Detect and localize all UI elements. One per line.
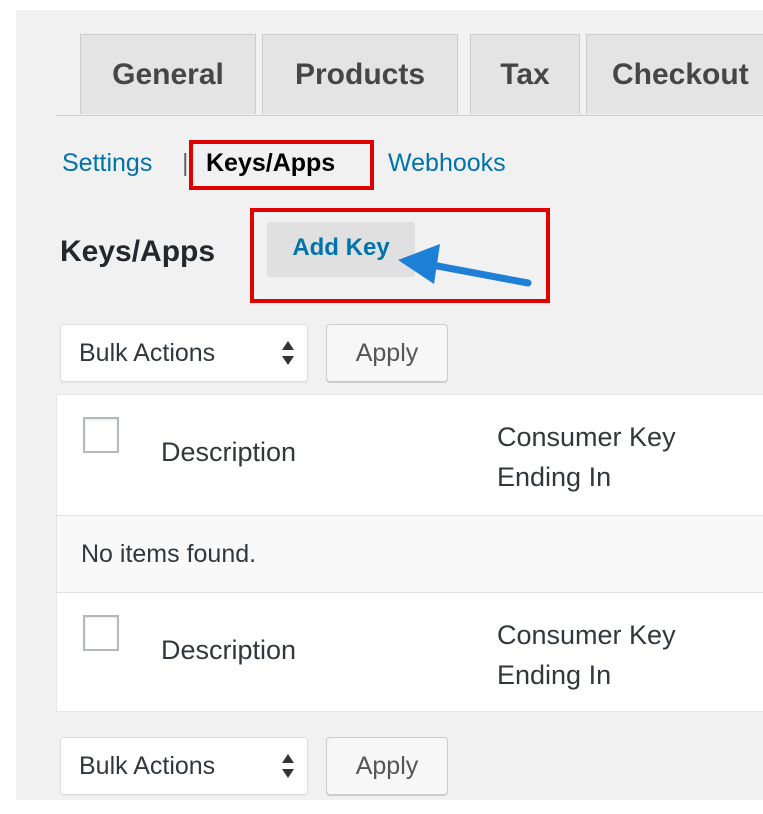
column-footer-consumer-key-line2: Ending In bbox=[497, 660, 612, 690]
bulk-actions-select-top[interactable]: Bulk Actions bbox=[60, 324, 308, 382]
keys-table: Description Consumer Key Ending In No it… bbox=[56, 394, 763, 712]
column-footer-consumer-key: Consumer Key Ending In bbox=[497, 615, 757, 695]
column-header-description[interactable]: Description bbox=[161, 437, 296, 468]
select-all-checkbox-top[interactable] bbox=[83, 417, 119, 453]
tab-checkout[interactable]: Checkout bbox=[586, 34, 763, 114]
page-title: Keys/Apps bbox=[60, 235, 216, 268]
bulk-actions-select-bottom[interactable]: Bulk Actions bbox=[60, 737, 308, 795]
settings-tabs: General Products Tax Checkout bbox=[56, 34, 763, 116]
up-down-caret-icon bbox=[282, 754, 294, 778]
annotation-highlight-keys-apps bbox=[189, 140, 374, 190]
bulk-actions-select-value: Bulk Actions bbox=[79, 751, 216, 780]
select-all-checkbox-bottom[interactable] bbox=[83, 615, 119, 651]
column-header-consumer-key: Consumer Key Ending In bbox=[497, 417, 757, 497]
bulk-actions-select-value: Bulk Actions bbox=[79, 338, 216, 367]
tab-products[interactable]: Products bbox=[262, 34, 458, 114]
table-empty-row: No items found. bbox=[57, 516, 763, 593]
tab-general[interactable]: General bbox=[80, 34, 256, 114]
subnav-settings-link[interactable]: Settings bbox=[62, 149, 152, 178]
column-footer-consumer-key-line1: Consumer Key bbox=[497, 620, 676, 650]
subnav-webhooks-link[interactable]: Webhooks bbox=[388, 149, 506, 178]
apply-button-top[interactable]: Apply bbox=[326, 324, 448, 382]
column-header-consumer-key-line1: Consumer Key bbox=[497, 422, 676, 452]
tab-tax[interactable]: Tax bbox=[470, 34, 580, 114]
up-down-caret-icon bbox=[282, 341, 294, 365]
column-header-consumer-key-line2: Ending In bbox=[497, 462, 612, 492]
subnav-separator: | bbox=[182, 149, 189, 177]
apply-button-bottom[interactable]: Apply bbox=[326, 737, 448, 795]
table-header-row: Description Consumer Key Ending In bbox=[57, 395, 763, 516]
annotation-arrow-icon bbox=[398, 244, 532, 287]
no-items-message: No items found. bbox=[81, 540, 257, 568]
table-footer-row: Description Consumer Key Ending In bbox=[57, 593, 763, 713]
column-footer-description[interactable]: Description bbox=[161, 635, 296, 666]
